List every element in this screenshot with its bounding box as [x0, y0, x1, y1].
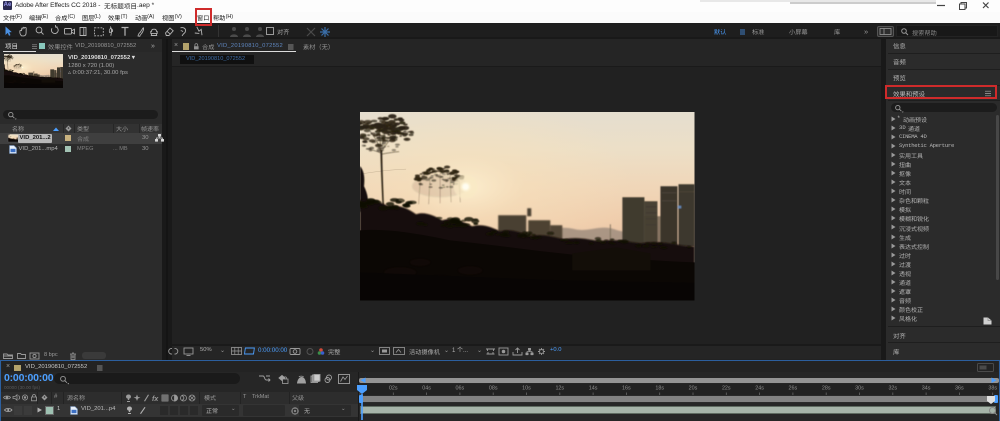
svg-text:14s: 14s — [589, 385, 598, 391]
svg-text:24s: 24s — [755, 385, 764, 391]
svg-text:36s: 36s — [955, 385, 964, 391]
svg-text:04s: 04s — [422, 385, 431, 391]
svg-text:30s: 30s — [855, 385, 864, 391]
svg-text:22s: 22s — [722, 385, 731, 391]
svg-text:10s: 10s — [522, 385, 531, 391]
svg-text:18s: 18s — [655, 385, 664, 391]
svg-text:12s: 12s — [555, 385, 564, 391]
svg-text:06s: 06s — [456, 385, 465, 391]
svg-text:28s: 28s — [822, 385, 831, 391]
svg-text:fx: fx — [152, 396, 159, 403]
svg-text:38s: 38s — [988, 385, 997, 391]
svg-text:34s: 34s — [922, 385, 931, 391]
svg-text:02s: 02s — [389, 385, 398, 391]
svg-text:20s: 20s — [689, 385, 698, 391]
svg-text:08s: 08s — [489, 385, 498, 391]
svg-text:26s: 26s — [789, 385, 798, 391]
svg-text:32s: 32s — [888, 385, 897, 391]
svg-text:16s: 16s — [622, 385, 631, 391]
